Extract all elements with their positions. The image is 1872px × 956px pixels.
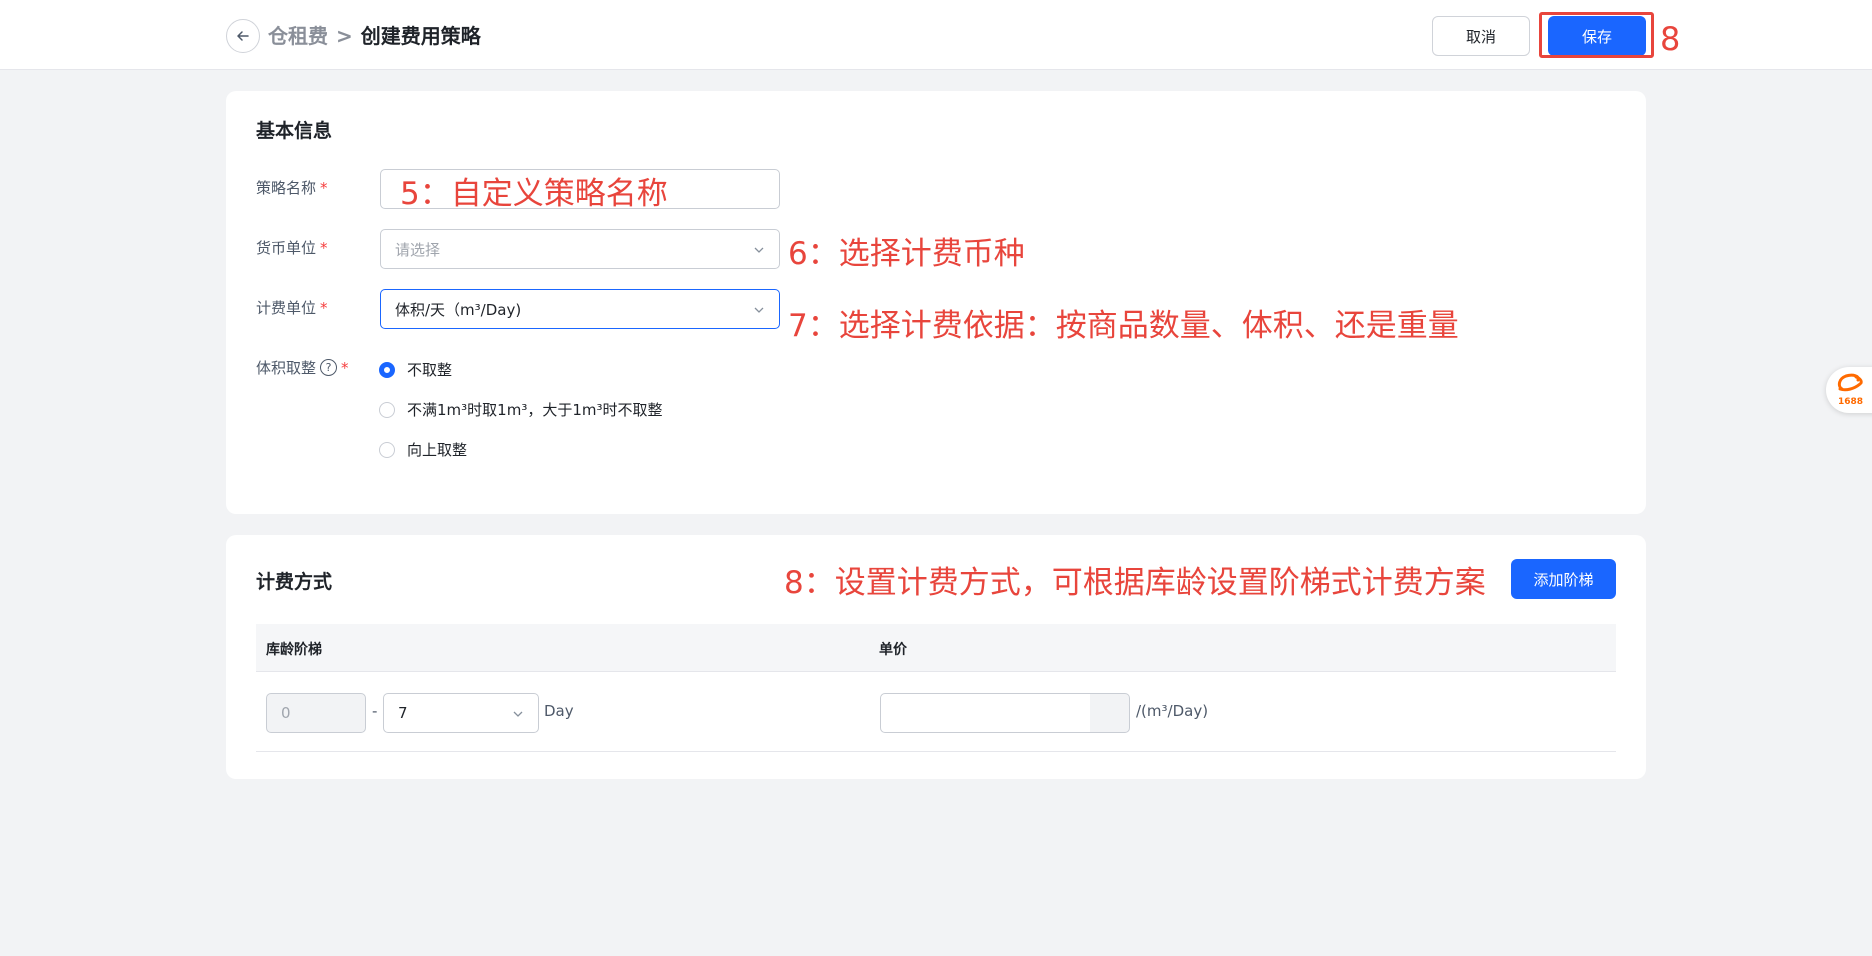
radio-label: 不满1m³时取1m³，大于1m³时不取整 [407,401,663,419]
arrow-left-icon [237,31,249,41]
billing-unit-label-text: 计费单位 [256,299,317,317]
table-row: 0 - 7 Day /(m³/Day) [256,672,1616,752]
radio-label: 不取整 [407,361,453,379]
currency-label-text: 货币单位 [256,239,317,257]
volume-rounding-label: 体积取整 ? * [256,357,349,378]
required-mark: * [320,238,328,257]
currency-placeholder: 请选择 [395,240,441,259]
column-header-age-tier: 库龄阶梯 [266,642,322,658]
billing-unit-value: 体积/天（m³/Day) [395,300,522,319]
day-unit-label: Day [544,702,574,720]
breadcrumb-parent[interactable]: 仓租费 [268,22,328,50]
tier-from-input: 0 [266,693,366,733]
save-highlight-box [1539,12,1654,58]
billing-method-annotation: 8：设置计费方式，可根据库龄设置阶梯式计费方案 [784,565,1486,601]
chevron-down-icon [754,307,764,313]
chevron-down-icon [513,711,523,717]
add-tier-button[interactable]: 添加阶梯 [1511,559,1616,599]
help-icon[interactable]: ? [320,359,338,376]
required-mark: * [320,178,328,197]
tier-table-header: 库龄阶梯 单价 [256,624,1616,672]
alibaba-logo-icon [1837,373,1863,392]
breadcrumb: 仓租费 > 创建费用策略 [268,22,481,50]
billing-unit-select[interactable]: 体积/天（m³/Day) [380,289,780,329]
currency-select[interactable]: 请选择 [380,229,780,269]
billing-method-title: 计费方式 [256,571,333,593]
breadcrumb-separator: > [336,24,353,48]
cancel-button[interactable]: 取消 [1432,16,1530,56]
currency-label: 货币单位 * [256,237,328,258]
radio-min-one-cubic[interactable]: 不满1m³时取1m³，大于1m³时不取整 [379,399,663,420]
chevron-down-icon [754,247,764,253]
range-dash: - [372,702,378,720]
billing-unit-label: 计费单位 * [256,297,328,318]
radio-unselected-icon [379,401,395,418]
top-bar: 仓租费 > 创建费用策略 取消 保存 8 [0,0,1872,70]
strategy-name-label: 策略名称 * [256,177,328,198]
basic-info-title: 基本信息 [256,120,333,142]
strategy-name-annotation: 5：自定义策略名称 [400,176,668,212]
column-header-unit-price: 单价 [879,642,907,658]
page-title: 创建费用策略 [360,24,481,48]
radio-label: 向上取整 [407,441,468,459]
radio-unselected-icon [379,441,395,458]
radio-selected-icon [379,361,395,378]
tier-to-select[interactable]: 7 [383,693,539,733]
required-mark: * [320,298,328,317]
unit-price-input[interactable] [880,693,1091,733]
logo-text: 1688 [1838,397,1864,407]
volume-rounding-label-text: 体积取整 [256,359,317,377]
radio-no-rounding[interactable]: 不取整 [379,359,452,380]
radio-round-up[interactable]: 向上取整 [379,439,467,460]
side-assistant-widget[interactable]: 1688 [1826,367,1872,413]
billing-unit-annotation: 7：选择计费依据：按商品数量、体积、还是重量 [788,308,1459,344]
strategy-name-label-text: 策略名称 [256,179,317,197]
required-mark: * [341,358,349,377]
price-unit-label: /(m³/Day) [1136,702,1209,720]
save-annotation: 8 [1660,20,1681,58]
price-addon [1090,693,1130,733]
currency-annotation: 6：选择计费币种 [788,236,1025,272]
tier-to-value: 7 [398,704,408,722]
back-button[interactable] [226,19,260,53]
